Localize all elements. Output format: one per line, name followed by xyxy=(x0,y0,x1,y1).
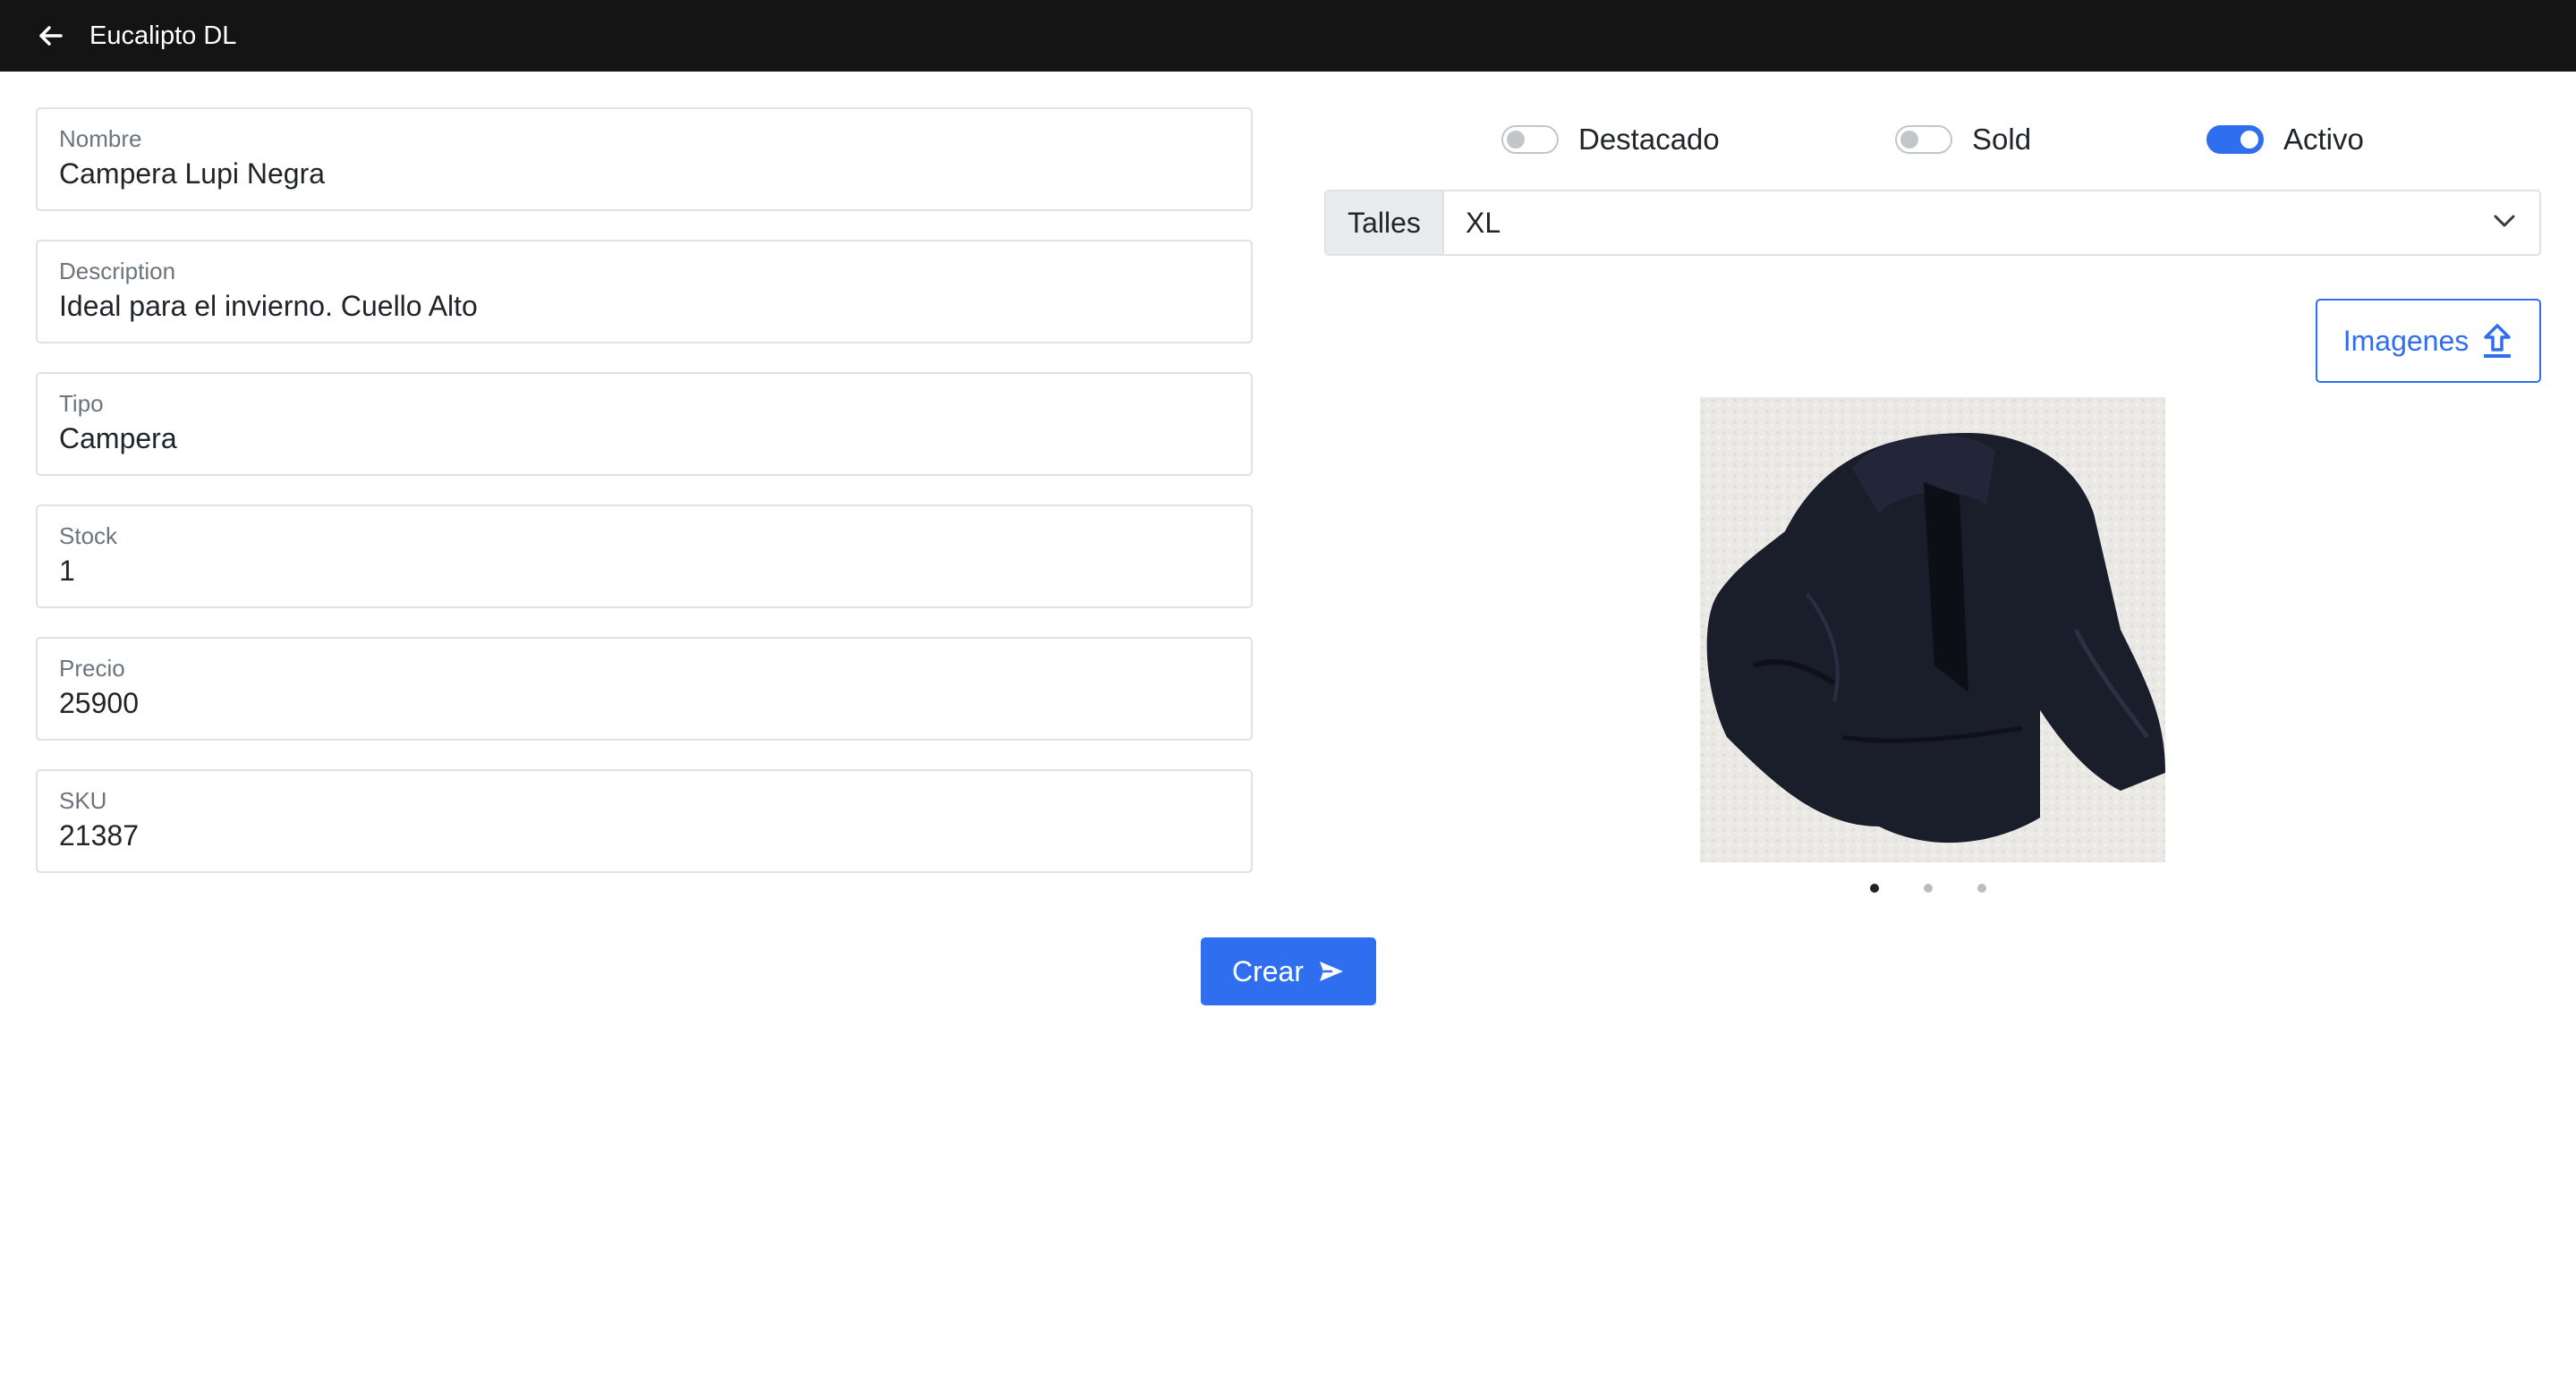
toggle-destacado: Destacado xyxy=(1501,122,1720,157)
chevron-down-icon xyxy=(2494,215,2515,227)
nombre-input[interactable] xyxy=(59,157,1222,191)
sku-label: SKU xyxy=(59,787,107,814)
sku-field[interactable]: SKU xyxy=(36,769,1253,873)
stock-label: Stock xyxy=(59,522,118,549)
crear-label: Crear xyxy=(1231,954,1304,987)
stock-input[interactable] xyxy=(59,555,1222,588)
talles-select[interactable]: XL xyxy=(1444,191,2539,254)
tipo-field[interactable]: Tipo xyxy=(36,372,1253,476)
nombre-label: Nombre xyxy=(59,125,142,152)
description-input[interactable] xyxy=(59,290,1222,323)
talles-prefix: Talles xyxy=(1326,191,1444,254)
tipo-input[interactable] xyxy=(59,422,1222,455)
upload-images-button[interactable]: Imagenes xyxy=(2316,299,2541,383)
back-button[interactable] xyxy=(32,18,68,54)
precio-input[interactable] xyxy=(59,687,1222,720)
carousel-dot-3[interactable] xyxy=(1977,884,1986,893)
sold-label: Sold xyxy=(1972,123,2032,156)
activo-switch[interactable] xyxy=(2206,125,2264,154)
toggle-sold: Sold xyxy=(1895,122,2031,157)
nombre-field[interactable]: Nombre xyxy=(36,107,1253,211)
black-jacket-photo xyxy=(1700,397,2165,862)
destacado-switch[interactable] xyxy=(1501,125,1559,154)
upload-icon xyxy=(2484,324,2512,358)
app-title: Eucalipto DL xyxy=(89,21,237,50)
sku-input[interactable] xyxy=(59,819,1222,852)
activo-label: Activo xyxy=(2283,123,2364,156)
destacado-label: Destacado xyxy=(1578,123,1720,156)
carousel-indicators xyxy=(1870,882,1995,896)
toggle-activo: Activo xyxy=(2206,122,2364,157)
carousel-dot-1[interactable] xyxy=(1870,884,1879,893)
talles-select-group: Talles XL xyxy=(1324,190,2541,256)
tipo-label: Tipo xyxy=(59,390,104,417)
precio-label: Precio xyxy=(59,655,125,682)
arrow-left-icon xyxy=(39,26,63,46)
product-image xyxy=(1700,397,2165,862)
carousel-dot-2[interactable] xyxy=(1924,884,1933,893)
sold-switch[interactable] xyxy=(1895,125,1952,154)
crear-button[interactable]: Crear xyxy=(1201,937,1376,1005)
description-label: Description xyxy=(59,258,176,284)
stock-field[interactable]: Stock xyxy=(36,504,1253,608)
description-field[interactable]: Description xyxy=(36,240,1253,343)
precio-field[interactable]: Precio xyxy=(36,637,1253,741)
top-navbar: Eucalipto DL xyxy=(0,0,2576,72)
talles-selected-value: XL xyxy=(1466,206,1501,239)
send-icon xyxy=(1320,962,1343,981)
upload-images-label: Imagenes xyxy=(2342,324,2470,357)
